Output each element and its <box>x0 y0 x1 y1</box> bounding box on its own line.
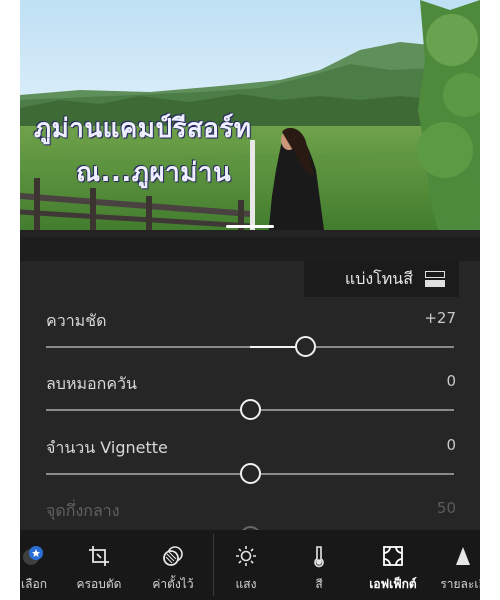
split-tone-button[interactable]: แบ่งโทนสี <box>304 261 459 297</box>
tool-effects-label: เอฟเฟ็กต์ <box>369 577 417 591</box>
tool-presets-label: ค่าตั้งไว้ <box>152 577 194 591</box>
effects-panel: แบ่งโทนสี ความชัด +27 ลบหมอกควัน 0 จำนวน… <box>20 237 480 547</box>
slider-dehaze-value: 0 <box>446 372 456 390</box>
slider-clarity-value: +27 <box>424 309 456 327</box>
tool-color-label: สี <box>315 577 323 591</box>
panel-header-strip <box>20 237 480 261</box>
tool-select-label: เลือก <box>21 577 47 591</box>
slider-clarity-label: ความชัด <box>46 311 107 330</box>
tool-effects[interactable]: เอฟเฟ็กต์ <box>356 530 430 600</box>
select-icon <box>22 544 46 568</box>
tool-detail-label: รายละเอี <box>440 577 480 591</box>
split-tone-label: แบ่งโทนสี <box>344 268 413 288</box>
bottom-toolbar: เลือก ครอบตัด ค่าตั้งไว้ แสง สี เอฟเฟ็กต… <box>20 530 480 600</box>
slider-dehaze-label: ลบหมอกควัน <box>46 374 137 393</box>
app-frame: ภูม่านแคมป์รีสอร์ท ณ...ภูผาม่าน แบ่งโทนส… <box>20 0 480 600</box>
slider-vignette-midpoint-label: จุดกึ่งกลาง <box>46 501 120 520</box>
tool-light-label: แสง <box>235 577 257 591</box>
tool-light[interactable]: แสง <box>224 530 268 600</box>
presets-icon <box>161 544 185 568</box>
tool-presets[interactable]: ค่าตั้งไว้ <box>140 530 206 600</box>
tool-detail[interactable]: รายละเอี <box>432 530 480 600</box>
light-icon <box>234 544 258 568</box>
slider-dehaze-thumb[interactable] <box>240 399 261 420</box>
slider-clarity-thumb[interactable] <box>295 336 317 357</box>
tool-crop-label: ครอบตัด <box>76 577 122 591</box>
slider-vignette-amount: จำนวน Vignette 0 <box>20 436 480 496</box>
slider-clarity: ความชัด +27 <box>20 309 480 369</box>
panel-drag-handle[interactable] <box>226 225 274 228</box>
slider-vignette-amount-value: 0 <box>446 436 456 454</box>
slider-vignette-midpoint-value: 50 <box>436 499 456 517</box>
effects-icon <box>381 544 405 568</box>
photo-preview[interactable]: ภูม่านแคมป์รีสอร์ท ณ...ภูผาม่าน <box>20 0 480 237</box>
toolbar-divider <box>213 534 214 596</box>
color-icon <box>307 544 331 568</box>
slider-vignette-amount-thumb[interactable] <box>240 463 261 484</box>
photo-overlay-text-line2: ณ...ภูผาม่าน <box>76 158 232 188</box>
crop-icon <box>87 544 111 568</box>
slider-dehaze: ลบหมอกควัน 0 <box>20 372 480 432</box>
tool-crop[interactable]: ครอบตัด <box>68 530 130 600</box>
slider-vignette-amount-label: จำนวน Vignette <box>46 438 168 457</box>
detail-icon <box>451 544 475 568</box>
tool-select[interactable]: เลือก <box>20 530 60 600</box>
tool-color[interactable]: สี <box>298 530 340 600</box>
split-tone-icon <box>425 271 445 287</box>
photo-overlay-text-line1: ภูม่านแคมป์รีสอร์ท <box>34 114 252 144</box>
